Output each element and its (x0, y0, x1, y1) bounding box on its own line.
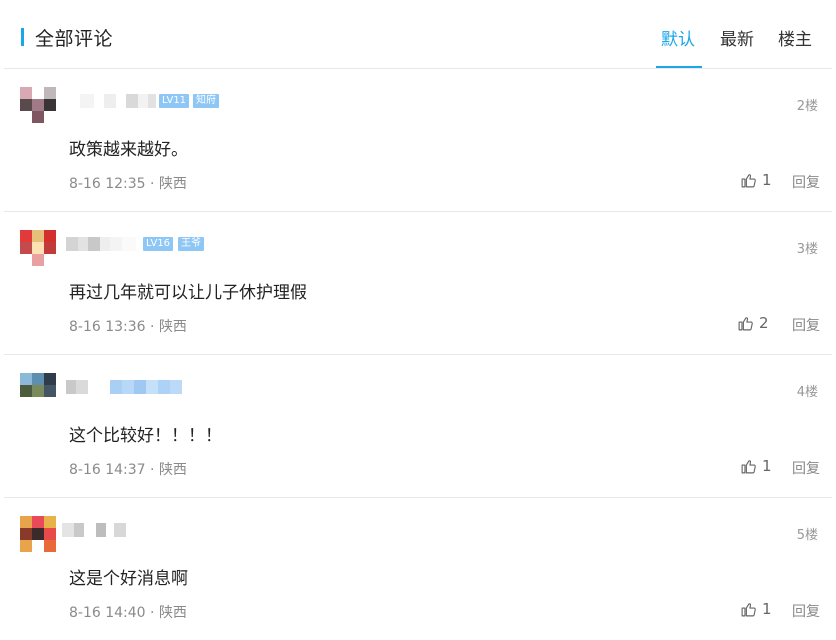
comment-text: 这是个好消息啊 (69, 569, 188, 589)
avatar[interactable] (20, 373, 56, 409)
floor-number: 2楼 (796, 99, 818, 114)
thumbs-up-icon (741, 173, 756, 187)
like-count: 2 (759, 314, 769, 332)
like-button[interactable]: 1 (740, 170, 772, 190)
floor-number: 3楼 (796, 242, 818, 257)
like-button[interactable]: 1 (740, 599, 772, 619)
reply-button[interactable]: 回复 (792, 172, 820, 192)
reply-button[interactable]: 回复 (792, 315, 820, 335)
comment-location: 陕西 (158, 319, 187, 335)
avatar[interactable] (20, 516, 56, 552)
tab-latest[interactable]: 最新 (720, 25, 754, 50)
comment-meta: 8-16 14:37 · 陕西 (69, 459, 187, 479)
comment-meta: 8-16 12:35 · 陕西 (69, 173, 187, 193)
thumbs-up-icon (741, 459, 756, 473)
comment-text: 政策越来越好。 (69, 140, 188, 160)
floor-number: 5楼 (796, 528, 818, 543)
like-count: 1 (762, 171, 772, 189)
comment-time: 8-16 12:35 (69, 176, 146, 192)
title-badge: 知府 (193, 94, 219, 108)
tab-default[interactable]: 默认 (661, 25, 695, 50)
avatar[interactable] (20, 87, 56, 123)
avatar[interactable] (20, 230, 56, 266)
comment-meta: 8-16 14:40 · 陕西 (69, 602, 187, 622)
comment-item: LV11 知府 2楼 政策越来越好。 8-16 12:35 · 陕西 1 回复 (4, 69, 832, 212)
active-tab-underline (656, 66, 702, 68)
level-badge: LV16 (143, 237, 174, 251)
like-count: 1 (762, 457, 772, 475)
comment-text: 再过几年就可以让儿子休护理假 (69, 283, 307, 303)
meta-separator: · (150, 462, 159, 478)
username-blurred[interactable] (66, 380, 182, 394)
like-button[interactable]: 1 (740, 456, 772, 476)
comments-panel: 全部评论 默认 最新 楼主 LV11 知府 2楼 政策越来越好。 8-16 12… (4, 8, 832, 633)
floor-number: 4楼 (796, 385, 818, 400)
like-button[interactable]: 2 (737, 313, 769, 333)
like-count: 1 (762, 600, 772, 618)
sort-tabs: 默认 最新 楼主 (4, 25, 832, 68)
meta-separator: · (150, 605, 159, 621)
comment-text: 这个比较好！！！！ (69, 426, 222, 446)
comments-header: 全部评论 默认 最新 楼主 (4, 8, 832, 69)
title-badge: 王爷 (178, 237, 204, 251)
comment-time: 8-16 13:36 (69, 319, 146, 335)
username-blurred[interactable] (62, 523, 126, 537)
thumbs-up-icon (738, 316, 753, 330)
meta-separator: · (150, 319, 159, 335)
comment-time: 8-16 14:40 (69, 605, 146, 621)
comment-location: 陕西 (158, 605, 187, 621)
meta-separator: · (150, 176, 159, 192)
tab-author[interactable]: 楼主 (778, 25, 812, 50)
reply-button[interactable]: 回复 (792, 458, 820, 478)
comment-item: LV16 王爷 3楼 再过几年就可以让儿子休护理假 8-16 13:36 · 陕… (4, 212, 832, 355)
comment-location: 陕西 (158, 176, 187, 192)
username-blurred[interactable] (80, 94, 156, 108)
reply-button[interactable]: 回复 (792, 601, 820, 621)
comment-item: 5楼 这是个好消息啊 8-16 14:40 · 陕西 1 回复 (4, 498, 832, 640)
comment-location: 陕西 (158, 462, 187, 478)
thumbs-up-icon (741, 602, 756, 616)
comment-item: 4楼 这个比较好！！！！ 8-16 14:37 · 陕西 1 回复 (4, 355, 832, 498)
comment-meta: 8-16 13:36 · 陕西 (69, 316, 187, 336)
level-badge: LV11 (159, 94, 190, 108)
username-blurred[interactable] (66, 237, 136, 251)
comment-time: 8-16 14:37 (69, 462, 146, 478)
